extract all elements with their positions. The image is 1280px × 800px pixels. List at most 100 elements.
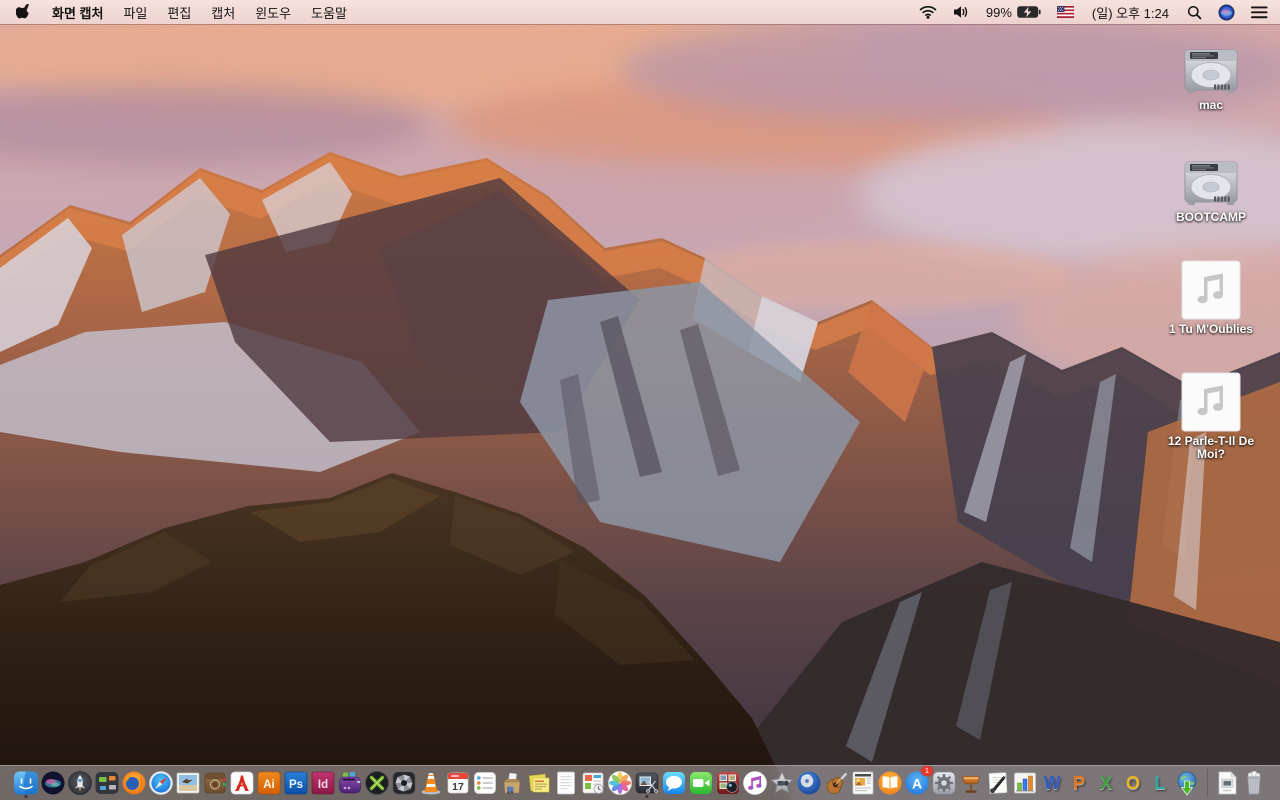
wifi-icon — [919, 5, 937, 19]
dock-icon-adobe-photoshop[interactable]: Ps — [283, 768, 309, 798]
desktop-icon-audio-file-2[interactable]: 12 Parle-T-Il De Moi? — [1152, 366, 1270, 462]
download-globe-icon — [1177, 771, 1197, 796]
dock-icon-finder[interactable] — [13, 768, 39, 798]
dock-icon-keynote[interactable] — [958, 768, 984, 798]
dock-icon-photo-booth[interactable] — [715, 768, 741, 798]
photos-pinwheel-icon — [608, 771, 632, 795]
running-indicator — [645, 795, 649, 798]
dock-icon-calendar[interactable]: 17 — [445, 768, 471, 798]
dock-icon-photo-viewer[interactable] — [175, 768, 201, 798]
dock-icon-iweb[interactable] — [850, 768, 876, 798]
lync-letter: L — [1154, 773, 1166, 793]
garageband-guitar-icon — [826, 772, 848, 794]
menu-file[interactable]: 파일 — [113, 3, 157, 22]
dock-icon-xbmc-media-center[interactable] — [364, 768, 390, 798]
vlc-cone-icon — [421, 773, 441, 795]
dock-icon-adobe-illustrator[interactable]: Ai — [256, 768, 282, 798]
wifi-menu-extra[interactable] — [911, 0, 945, 24]
dock-icon-adobe-acrobat[interactable] — [229, 768, 255, 798]
toast-toaster-icon — [339, 772, 361, 794]
menu-clock[interactable]: (일) 오후 1:24 — [1082, 0, 1179, 24]
photoshop-icon: Ps — [284, 771, 308, 795]
messages-bubble-icon — [663, 772, 685, 794]
svg-text:A: A — [912, 776, 922, 792]
apple-menu[interactable] — [10, 4, 42, 20]
reminders-icon — [474, 772, 496, 794]
dock-icon-messages[interactable] — [661, 768, 687, 798]
siri-icon — [1218, 4, 1235, 20]
dock-icon-imovie[interactable] — [769, 768, 795, 798]
menu-window[interactable]: 윈도우 — [245, 3, 301, 22]
desktop-icon-bootcamp[interactable]: BOOTCAMP — [1152, 142, 1270, 238]
image-document-icon — [1218, 771, 1237, 795]
dock-icon-archive-utility[interactable] — [499, 768, 525, 798]
dock-icon-planner-app[interactable] — [580, 768, 606, 798]
word-letter: W — [1043, 773, 1061, 793]
itunes-note-icon — [743, 771, 767, 795]
dock-icon-toast-titanium[interactable] — [337, 768, 363, 798]
battery-menu-extra[interactable]: 99% — [978, 0, 1049, 24]
dock-icon-ms-excel[interactable]: X — [1093, 768, 1119, 798]
hard-drive-icon — [1181, 142, 1241, 208]
dock-icon-garageband[interactable] — [823, 768, 849, 798]
system-preferences-gear-icon — [932, 771, 956, 795]
menu-capture[interactable]: 캡처 — [201, 3, 245, 22]
planner-icon — [582, 772, 604, 794]
notification-center-icon — [1251, 6, 1268, 18]
dock: Ai Ps Id 17 A 1 W P X O L — [0, 765, 1280, 800]
us-flag-icon — [1056, 6, 1074, 18]
dock-icon-stickies[interactable] — [526, 768, 552, 798]
finder-icon — [14, 771, 38, 795]
dock-icon-ms-lync[interactable]: L — [1147, 768, 1173, 798]
dock-icon-firefox[interactable] — [121, 768, 147, 798]
dock-icon-safari[interactable] — [148, 768, 174, 798]
menu-edit[interactable]: 편집 — [157, 3, 201, 22]
siri-menu-extra[interactable] — [1210, 0, 1243, 24]
menu-app-name[interactable]: 화면 캡처 — [42, 3, 113, 22]
dock-icon-adobe-indesign[interactable]: Id — [310, 768, 336, 798]
dock-icon-siri[interactable] — [40, 768, 66, 798]
iweb-page-icon — [852, 771, 874, 795]
dock-icon-screen-capture[interactable] — [634, 768, 660, 798]
dock-trash-full[interactable] — [1241, 768, 1267, 798]
dock-icon-textedit[interactable] — [553, 768, 579, 798]
spotlight-icon — [1187, 5, 1202, 19]
dock-icon-ms-outlook[interactable]: O — [1120, 768, 1146, 798]
desktop-icon-mac[interactable]: mac — [1152, 30, 1270, 126]
photo-viewer-eagle-icon — [176, 772, 200, 794]
dock-icon-ms-powerpoint[interactable]: P — [1066, 768, 1092, 798]
dock-icon-ibooks[interactable] — [877, 768, 903, 798]
dock-divider — [1206, 769, 1208, 797]
dock-icon-pages[interactable] — [985, 768, 1011, 798]
dock-icon-idvd[interactable] — [796, 768, 822, 798]
dock-icon-app-store[interactable]: A 1 — [904, 766, 933, 798]
dock-icon-facetime[interactable] — [688, 768, 714, 798]
firefox-icon — [122, 771, 146, 795]
dock-icon-download-manager[interactable] — [1174, 768, 1200, 798]
dock-icon-leather-folder-app[interactable] — [202, 768, 228, 798]
desktop-icon-audio-file-1[interactable]: 1 Tu M'Oublies — [1152, 254, 1270, 350]
dock-icon-reminders[interactable] — [472, 768, 498, 798]
notification-center-menu-extra[interactable] — [1243, 0, 1270, 24]
dock-icon-ms-word[interactable]: W — [1039, 768, 1065, 798]
svg-text:Ps: Ps — [289, 779, 303, 791]
dock-icon-vlc[interactable] — [418, 768, 444, 798]
desktop-icon-label: BOOTCAMP — [1176, 210, 1246, 224]
dock-icon-aperture[interactable] — [391, 768, 417, 798]
archive-box-icon — [503, 772, 521, 794]
dock-icon-launchpad[interactable] — [67, 768, 93, 798]
illustrator-icon: Ai — [257, 771, 281, 795]
dock-file-image-document[interactable] — [1214, 768, 1240, 798]
dock-icon-photos[interactable] — [607, 768, 633, 798]
stickies-icon — [528, 773, 550, 793]
dock-icon-numbers[interactable] — [1012, 768, 1038, 798]
dock-icon-mission-control[interactable] — [94, 768, 120, 798]
spotlight-menu-extra[interactable] — [1179, 0, 1210, 24]
menu-help[interactable]: 도움말 — [301, 3, 357, 22]
dock-icon-itunes[interactable] — [742, 768, 768, 798]
dock-icon-system-preferences[interactable] — [931, 768, 957, 798]
svg-text:17: 17 — [452, 781, 464, 793]
volume-menu-extra[interactable] — [945, 0, 978, 24]
battery-charging-icon — [1017, 6, 1041, 18]
input-source-menu-extra[interactable] — [1049, 0, 1082, 24]
